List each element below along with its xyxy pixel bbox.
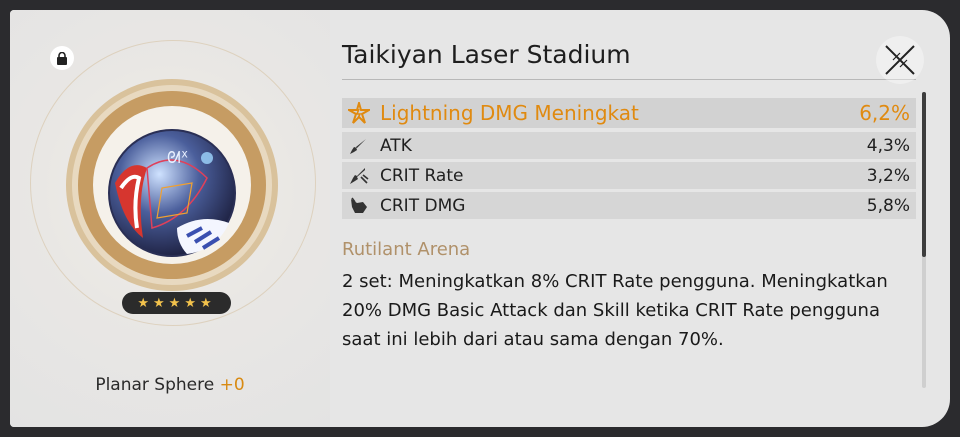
main-stat-value: 6,2% bbox=[859, 101, 910, 125]
scrollbar-thumb[interactable] bbox=[922, 92, 926, 257]
title-divider bbox=[342, 79, 916, 80]
sub-stat-value: 3,2% bbox=[866, 165, 910, 186]
lightning-dmg-icon bbox=[346, 102, 372, 124]
close-button[interactable] bbox=[876, 36, 924, 84]
item-level: +0 bbox=[219, 375, 245, 395]
planar-sphere-icon: ᘛᕽ bbox=[108, 129, 236, 257]
item-preview-panel: ᘛᕽ ★★★★★ Planar Sphere +0 bbox=[10, 10, 330, 427]
sub-stat-name: ATK bbox=[380, 135, 412, 156]
svg-text:ᘛᕽ: ᘛᕽ bbox=[167, 148, 188, 167]
sub-stat-row: CRIT Rate 3,2% bbox=[342, 162, 916, 189]
crit-dmg-icon bbox=[346, 197, 372, 215]
relic-detail-card: ᘛᕽ ★★★★★ Planar Sphere +0 Taikiyan Laser… bbox=[10, 10, 950, 427]
main-stat-row: Lightning DMG Meningkat 6,2% bbox=[342, 98, 916, 128]
sub-stat-name: CRIT Rate bbox=[380, 165, 464, 186]
lock-icon bbox=[57, 51, 67, 65]
set-name: Rutilant Arena bbox=[342, 239, 471, 260]
item-type-text: Planar Sphere bbox=[95, 375, 215, 395]
sub-stat-value: 5,8% bbox=[866, 195, 910, 216]
close-icon bbox=[885, 45, 915, 75]
crit-rate-icon bbox=[346, 167, 372, 185]
sub-stat-value: 4,3% bbox=[866, 135, 910, 156]
stats-list: Lightning DMG Meningkat 6,2% ATK 4,3% CR… bbox=[342, 98, 916, 222]
atk-sword-icon bbox=[346, 137, 372, 155]
sub-stat-name: CRIT DMG bbox=[380, 195, 466, 216]
main-stat-name: Lightning DMG Meningkat bbox=[380, 101, 639, 125]
item-type-label: Planar Sphere +0 bbox=[10, 375, 330, 395]
lock-button[interactable] bbox=[50, 46, 74, 70]
sub-stat-row: CRIT DMG 5,8% bbox=[342, 192, 916, 219]
rarity-stars: ★★★★★ bbox=[122, 292, 231, 314]
sub-stat-row: ATK 4,3% bbox=[342, 132, 916, 159]
item-title: Taikiyan Laser Stadium bbox=[342, 40, 631, 69]
set-description: 2 set: Meningkatkan 8% CRIT Rate penggun… bbox=[342, 271, 888, 350]
